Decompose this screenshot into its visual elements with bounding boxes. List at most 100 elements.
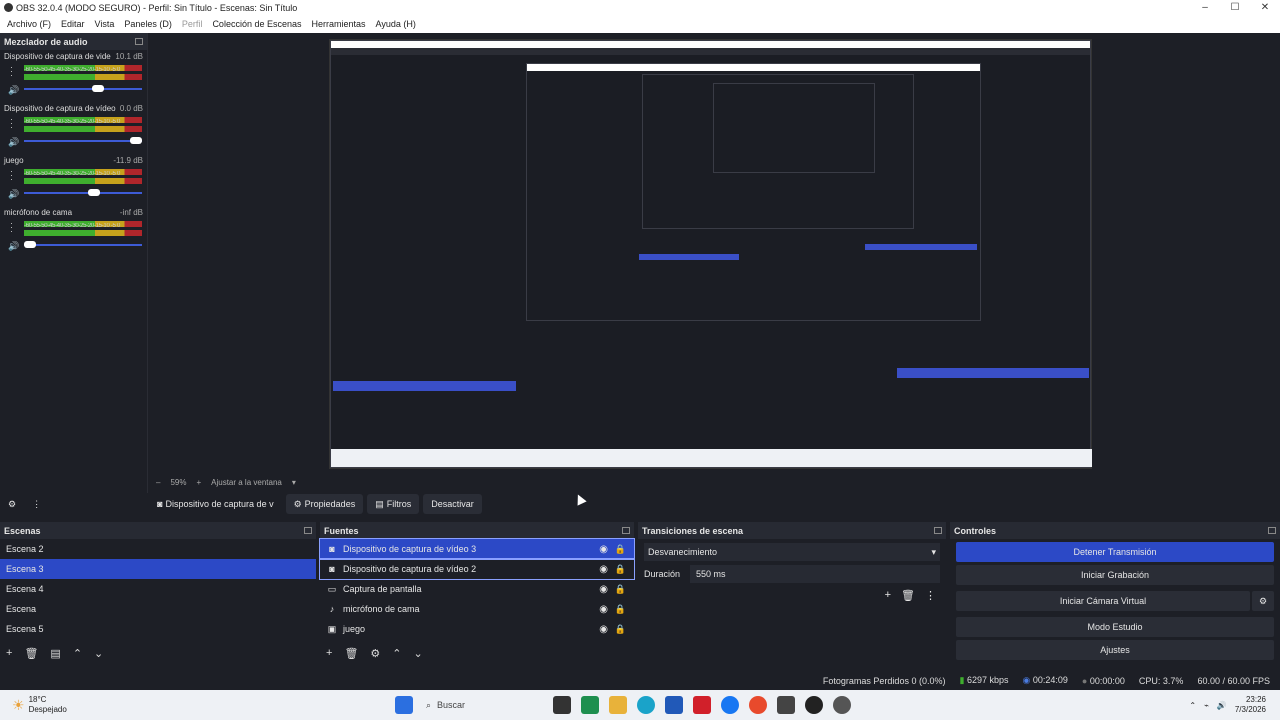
speaker-icon[interactable]: 🔊 (8, 85, 19, 96)
settings-icon[interactable] (833, 696, 851, 714)
source-item[interactable]: ▭ Captura de pantalla ◉ 🔒 (320, 579, 634, 599)
store-icon[interactable] (581, 696, 599, 714)
menu-coleccion[interactable]: Colección de Escenas (207, 19, 306, 29)
scene-item[interactable]: Escena 5 (0, 619, 316, 639)
source-item[interactable]: ♪ micrófono de cama ◉ 🔒 (320, 599, 634, 619)
volume-slider[interactable] (24, 189, 142, 196)
stop-stream-button[interactable]: Detener Transmisión (956, 542, 1274, 562)
menu-paneles[interactable]: Paneles (D) (119, 19, 177, 29)
gear-icon[interactable]: ⚙ (0, 494, 24, 514)
scene-item[interactable]: Escena 4 (0, 579, 316, 599)
undock-icon[interactable] (1268, 527, 1276, 534)
chevron-up-icon[interactable]: ⌃ (1189, 701, 1196, 710)
menu-archivo[interactable]: Archivo (F) (2, 19, 56, 29)
eye-icon[interactable]: ◉ (599, 564, 608, 575)
volume-icon[interactable]: 🔊 (1217, 701, 1227, 710)
speaker-icon[interactable]: 🔊 (8, 241, 19, 252)
edge-icon[interactable] (637, 696, 655, 714)
undock-icon[interactable] (622, 527, 630, 534)
minimize-button[interactable]: – (1190, 0, 1220, 15)
weather-widget[interactable]: ☀ 18°C Despejado (0, 695, 160, 715)
gear-icon[interactable]: ⚙ (1252, 591, 1274, 611)
scene-item[interactable]: Escena (0, 599, 316, 619)
trash-icon[interactable]: 🗑 (901, 589, 915, 602)
channel-menu-icon[interactable]: · · · (10, 167, 13, 184)
menu-ayuda[interactable]: Ayuda (H) (371, 19, 421, 29)
undock-icon[interactable] (135, 38, 143, 45)
volume-knob[interactable] (88, 189, 100, 196)
scene-item[interactable]: Escena 3 (0, 559, 316, 579)
undock-icon[interactable] (304, 527, 312, 534)
facebook-icon[interactable] (721, 696, 739, 714)
zoom-fit-select[interactable]: Ajustar a la ventana (211, 478, 282, 487)
eye-icon[interactable]: ◉ (599, 624, 608, 635)
lock-icon[interactable]: 🔒 (615, 604, 626, 615)
transition-select[interactable]: Desvanecimiento ▾ (644, 543, 940, 561)
start-recording-button[interactable]: Iniciar Grabación (956, 565, 1274, 585)
menu-herramientas[interactable]: Herramientas (307, 19, 371, 29)
add-icon[interactable]: + (326, 647, 332, 659)
menu-vista[interactable]: Vista (90, 19, 120, 29)
move-down-icon[interactable]: ⌄ (94, 647, 103, 660)
duration-spinbox[interactable]: 550 ms (690, 565, 940, 583)
calculator-icon[interactable] (665, 696, 683, 714)
taskbar-search[interactable]: ⌕ Buscar (418, 694, 548, 716)
zoom-out-button[interactable]: – (156, 478, 160, 487)
close-button[interactable]: ✕ (1250, 0, 1280, 15)
chrome-icon[interactable] (749, 696, 767, 714)
scene-item[interactable]: Escena 2 (0, 539, 316, 559)
maximize-button[interactable]: ☐ (1220, 0, 1250, 15)
move-up-icon[interactable]: ⌃ (392, 647, 401, 660)
settings-button[interactable]: Ajustes (956, 640, 1274, 660)
youtube-icon[interactable] (693, 696, 711, 714)
network-icon[interactable]: ⌁ (1204, 701, 1209, 710)
volume-slider[interactable] (24, 85, 142, 92)
lock-icon[interactable]: 🔒 (615, 564, 626, 575)
source-item[interactable]: ▣ juego ◉ 🔒 (320, 619, 634, 639)
add-icon[interactable]: + (885, 589, 891, 602)
zoom-in-button[interactable]: + (196, 478, 201, 487)
windows-start-icon[interactable] (395, 696, 413, 714)
volume-knob[interactable] (130, 137, 142, 144)
obs-icon[interactable] (805, 696, 823, 714)
channel-menu-icon[interactable]: · · · (10, 219, 13, 236)
channel-menu-icon[interactable]: · · · (10, 115, 13, 132)
lock-icon[interactable]: 🔒 (615, 584, 626, 595)
trash-icon[interactable]: 🗑 (24, 647, 38, 660)
eye-icon[interactable]: ◉ (599, 604, 608, 615)
volume-knob[interactable] (24, 241, 36, 248)
virtual-camera-button[interactable]: Iniciar Cámara Virtual (956, 591, 1250, 611)
source-item[interactable]: ◙ Dispositivo de captura de vídeo 3 ◉ 🔒 (319, 538, 635, 560)
filters-button[interactable]: ▤ Filtros (367, 494, 420, 514)
studio-mode-button[interactable]: Modo Estudio (956, 617, 1274, 637)
deactivate-button[interactable]: Desactivar (423, 494, 482, 514)
channel-menu-icon[interactable]: · · · (10, 63, 13, 80)
trash-icon[interactable]: 🗑 (344, 647, 358, 660)
folder-icon[interactable] (609, 696, 627, 714)
volume-slider[interactable] (24, 241, 142, 248)
speaker-icon[interactable]: 🔊 (8, 189, 19, 200)
task-view-icon[interactable] (553, 696, 571, 714)
gear-icon[interactable]: ⚙ (370, 647, 380, 660)
app-icon[interactable] (777, 696, 795, 714)
filter-icon[interactable]: ▤ (50, 647, 60, 660)
source-item[interactable]: ◙ Dispositivo de captura de vídeo 2 ◉ 🔒 (319, 558, 635, 580)
more-icon[interactable]: ⋮ (925, 589, 936, 602)
more-icon[interactable]: ⋮ (24, 494, 49, 514)
eye-icon[interactable]: ◉ (599, 544, 608, 555)
properties-button[interactable]: ⚙ Propiedades (285, 494, 364, 514)
clock[interactable]: 23:26 7/3/2026 (1235, 695, 1266, 715)
eye-icon[interactable]: ◉ (599, 584, 608, 595)
undock-icon[interactable] (934, 527, 942, 534)
volume-knob[interactable] (92, 85, 104, 92)
menu-editar[interactable]: Editar (56, 19, 90, 29)
preview-canvas[interactable] (329, 39, 1092, 469)
move-up-icon[interactable]: ⌃ (73, 647, 82, 660)
chevron-down-icon[interactable]: ▾ (292, 478, 296, 487)
speaker-icon[interactable]: 🔊 (8, 137, 19, 148)
add-icon[interactable]: + (6, 647, 12, 659)
lock-icon[interactable]: 🔒 (615, 624, 626, 635)
volume-slider[interactable] (24, 137, 142, 144)
lock-icon[interactable]: 🔒 (615, 544, 626, 555)
menu-perfil[interactable]: Perfil (177, 19, 208, 29)
